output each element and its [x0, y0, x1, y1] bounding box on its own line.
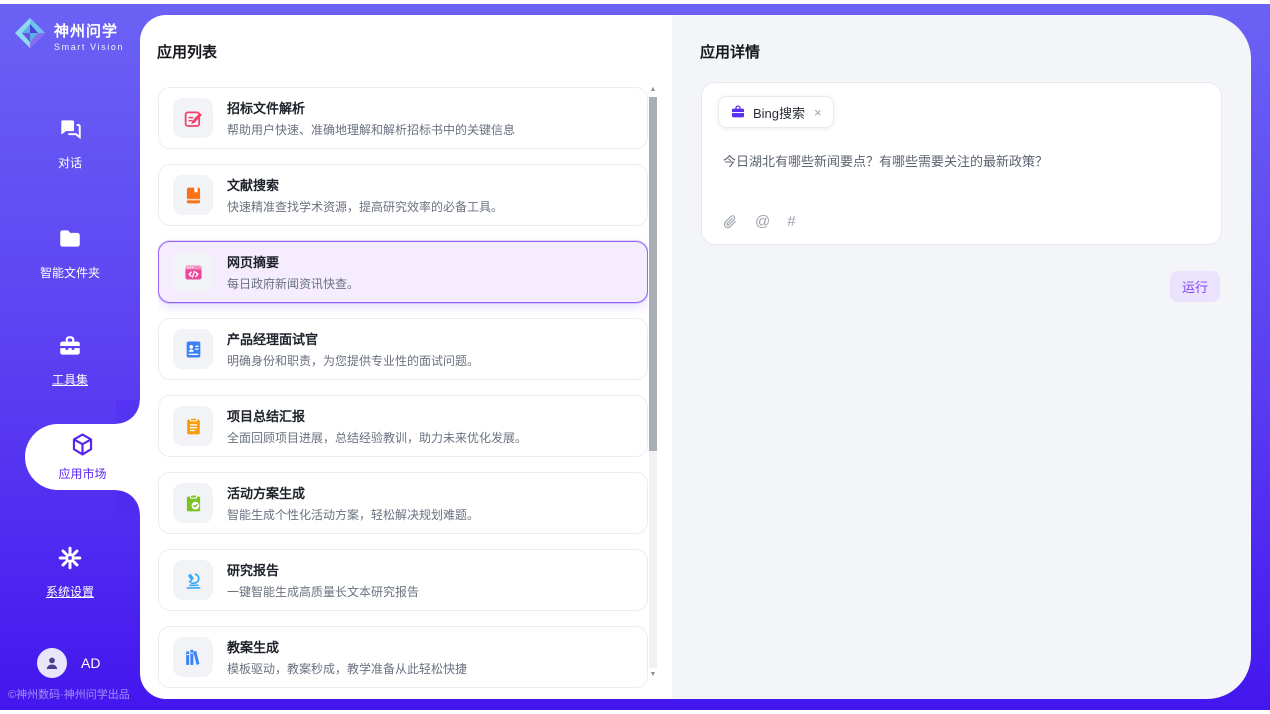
paperclip-icon[interactable] [722, 214, 738, 230]
sidebar: 神州问学 Smart Vision 对话智能文件夹工具集应用市场系统设置 AD … [0, 4, 140, 710]
sidebar-item-folder[interactable]: 智能文件夹 [0, 226, 140, 281]
app-detail-title: 应用详情 [700, 41, 760, 62]
app-card-texts: 文献搜索快速精准查找学术资源，提高研究效率的必备工具。 [227, 175, 503, 215]
app-card-description: 一键智能生成高质量长文本研究报告 [227, 583, 419, 600]
prompt-card: Bing搜索 × 今日湖北有哪些新闻要点？有哪些需要关注的最新政策？ @# [701, 82, 1222, 245]
app-list-title: 应用列表 [157, 41, 217, 62]
brand-logo-icon [13, 16, 47, 55]
copyright-footer: ©神州数码·神州问学出品 [8, 686, 148, 702]
avatar-person-icon [37, 648, 67, 678]
books-icon [173, 637, 213, 677]
app-card-name: 项目总结汇报 [227, 406, 527, 425]
folder-icon [57, 226, 83, 252]
brand-name: 神州问学 [54, 20, 124, 41]
toolbox-icon [57, 333, 83, 359]
app-card-description: 明确身份和职责，为您提供专业性的面试问题。 [227, 352, 479, 369]
app-card-name: 网页摘要 [227, 252, 359, 271]
app-card[interactable]: 项目总结汇报全面回顾项目进展，总结经验教训，助力未来优化发展。 [158, 395, 648, 457]
app-card-texts: 教案生成模板驱动，教案秒成，教学准备从此轻松快捷 [227, 637, 467, 677]
chat-icon [57, 116, 83, 142]
cube-icon [70, 432, 95, 457]
app-card-list: 招标文件解析帮助用户快速、准确地理解和解析招标书中的关键信息文献搜索快速精准查找… [158, 87, 648, 691]
sidebar-item-label: 工具集 [0, 371, 140, 388]
app-background: 神州问学 Smart Vision 对话智能文件夹工具集应用市场系统设置 AD … [0, 4, 1270, 710]
scrollbar-track[interactable] [649, 97, 657, 668]
notepad-icon [173, 406, 213, 446]
app-card[interactable]: 网页摘要每日政府新闻资讯快查。 [158, 241, 648, 303]
app-card-description: 智能生成个性化活动方案，轻松解决规划难题。 [227, 506, 479, 523]
app-card[interactable]: 文献搜索快速精准查找学术资源，提高研究效率的必备工具。 [158, 164, 648, 226]
app-detail-panel: 应用详情 Bing搜索 × 今日湖北有哪些新闻要点？有哪些需要关注的最新政策？ … [672, 15, 1251, 699]
app-card-description: 全面回顾项目进展，总结经验教训，助力未来优化发展。 [227, 429, 527, 446]
close-icon[interactable]: × [814, 105, 822, 120]
tool-tag-bing-search[interactable]: Bing搜索 × [718, 96, 834, 128]
app-card-description: 模板驱动，教案秒成，教学准备从此轻松快捷 [227, 660, 467, 677]
brand-subtitle: Smart Vision [54, 42, 124, 52]
app-card-name: 招标文件解析 [227, 98, 515, 117]
briefcase-icon [730, 104, 746, 120]
hash-icon[interactable]: # [787, 213, 795, 230]
app-list-panel: 应用列表 招标文件解析帮助用户快速、准确地理解和解析招标书中的关键信息文献搜索快… [140, 15, 672, 699]
composer-toolbar: @# [722, 213, 796, 230]
app-card-texts: 项目总结汇报全面回顾项目进展，总结经验教训，助力未来优化发展。 [227, 406, 527, 446]
brand: 神州问学 Smart Vision [13, 16, 124, 55]
app-card-name: 产品经理面试官 [227, 329, 479, 348]
app-window: 神州问学 Smart Vision 对话智能文件夹工具集应用市场系统设置 AD … [0, 0, 1270, 714]
sidebar-item-gear[interactable]: 系统设置 [0, 545, 140, 600]
app-card-name: 研究报告 [227, 560, 419, 579]
scrollbar[interactable]: ▲ ▼ [648, 85, 658, 680]
sidebar-item-label: 应用市场 [25, 465, 140, 482]
app-card-texts: 网页摘要每日政府新闻资讯快查。 [227, 252, 359, 292]
scroll-up-arrow[interactable]: ▲ [648, 85, 658, 95]
sidebar-item-label: 对话 [0, 154, 140, 171]
scrollbar-thumb[interactable] [649, 97, 657, 451]
brand-text: 神州问学 Smart Vision [54, 20, 124, 52]
at-icon[interactable]: @ [755, 213, 770, 230]
pen-square-icon [173, 98, 213, 138]
app-card-texts: 招标文件解析帮助用户快速、准确地理解和解析招标书中的关键信息 [227, 98, 515, 138]
app-card[interactable]: 招标文件解析帮助用户快速、准确地理解和解析招标书中的关键信息 [158, 87, 648, 149]
app-card[interactable]: 活动方案生成智能生成个性化活动方案，轻松解决规划难题。 [158, 472, 648, 534]
user-name: AD [81, 655, 100, 671]
microscope-icon [173, 560, 213, 600]
app-card-texts: 活动方案生成智能生成个性化活动方案，轻松解决规划难题。 [227, 483, 479, 523]
gear-icon [57, 545, 83, 571]
browser-icon [173, 252, 213, 292]
app-card-description: 每日政府新闻资讯快查。 [227, 275, 359, 292]
run-button[interactable]: 运行 [1170, 271, 1220, 302]
app-card[interactable]: 产品经理面试官明确身份和职责，为您提供专业性的面试问题。 [158, 318, 648, 380]
app-card-description: 快速精准查找学术资源，提高研究效率的必备工具。 [227, 198, 503, 215]
app-card-description: 帮助用户快速、准确地理解和解析招标书中的关键信息 [227, 121, 515, 138]
sidebar-item-label: 系统设置 [0, 583, 140, 600]
clipboard-check-icon [173, 483, 213, 523]
scroll-down-arrow[interactable]: ▼ [648, 670, 658, 680]
app-card-name: 文献搜索 [227, 175, 503, 194]
resume-icon [173, 329, 213, 369]
book-icon [173, 175, 213, 215]
app-card[interactable]: 教案生成模板驱动，教案秒成，教学准备从此轻松快捷 [158, 626, 648, 688]
prompt-text[interactable]: 今日湖北有哪些新闻要点？有哪些需要关注的最新政策？ [723, 151, 1201, 170]
sidebar-item-chat[interactable]: 对话 [0, 116, 140, 171]
tool-tag-label: Bing搜索 [753, 103, 805, 122]
sidebar-item-label: 智能文件夹 [0, 264, 140, 281]
app-card-name: 活动方案生成 [227, 483, 479, 502]
user-profile[interactable]: AD [37, 648, 100, 678]
sidebar-item-cube[interactable]: 应用市场 [25, 424, 140, 490]
sidebar-item-toolbox[interactable]: 工具集 [0, 333, 140, 388]
app-card-texts: 研究报告一键智能生成高质量长文本研究报告 [227, 560, 419, 600]
content-panels: 应用列表 招标文件解析帮助用户快速、准确地理解和解析招标书中的关键信息文献搜索快… [140, 15, 1251, 699]
app-card[interactable]: 研究报告一键智能生成高质量长文本研究报告 [158, 549, 648, 611]
app-card-name: 教案生成 [227, 637, 467, 656]
app-card-texts: 产品经理面试官明确身份和职责，为您提供专业性的面试问题。 [227, 329, 479, 369]
